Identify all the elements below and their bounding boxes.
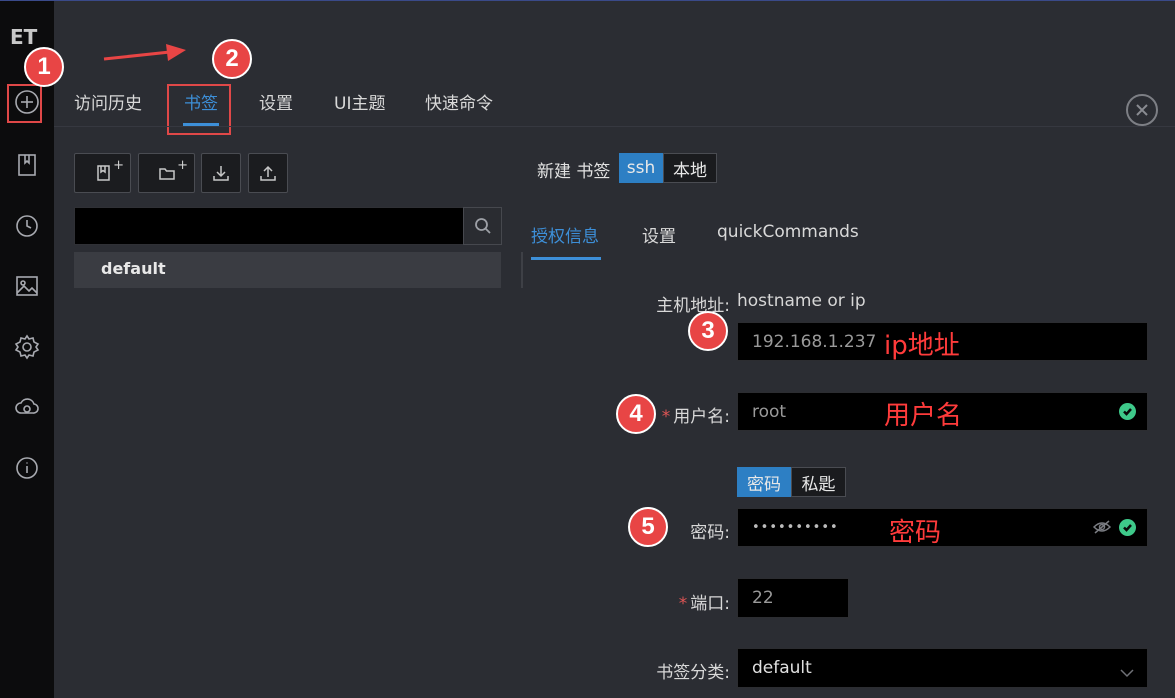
subtab-quick-commands[interactable]: quickCommands bbox=[717, 222, 859, 242]
auth-private-key-button[interactable]: 私匙 bbox=[791, 467, 846, 497]
username-annotation: 用户名 bbox=[884, 401, 963, 431]
new-bookmark-button[interactable]: + bbox=[74, 153, 131, 193]
arrow-icon bbox=[103, 44, 186, 61]
new-folder-button[interactable]: + bbox=[138, 153, 195, 193]
host-value: 192.168.1.237 bbox=[752, 331, 877, 352]
tree-item-default[interactable]: default bbox=[74, 252, 501, 288]
close-button[interactable] bbox=[1126, 94, 1158, 126]
category-select[interactable]: default bbox=[737, 648, 1148, 688]
chevron-down-icon bbox=[1120, 663, 1134, 678]
active-subtab-indicator bbox=[531, 257, 601, 260]
top-tabs: 访问历史 书签 设置 UI主题 快速命令 bbox=[54, 79, 1175, 127]
panel-divider[interactable] bbox=[521, 252, 523, 288]
check-icon bbox=[1119, 403, 1136, 420]
search-icon bbox=[474, 218, 491, 234]
export-button[interactable] bbox=[248, 153, 288, 193]
ip-annotation: ip地址 bbox=[884, 331, 960, 361]
tab-ui-theme[interactable]: UI主题 bbox=[334, 89, 385, 114]
upload-icon bbox=[260, 165, 276, 181]
tab-settings[interactable]: 设置 bbox=[259, 89, 293, 114]
file-icon bbox=[96, 165, 110, 181]
password-value: •••••••••• bbox=[752, 520, 839, 535]
tab-history[interactable]: 访问历史 bbox=[74, 89, 142, 114]
username-value: root bbox=[752, 401, 787, 422]
subtab-settings[interactable]: 设置 bbox=[642, 222, 676, 247]
step-badge-3: 3 bbox=[688, 311, 728, 351]
clock-icon[interactable] bbox=[13, 212, 41, 240]
host-hint: hostname or ip bbox=[737, 291, 866, 311]
cloud-sync-icon[interactable] bbox=[13, 393, 41, 421]
step-badge-2: 2 bbox=[212, 39, 252, 79]
import-button[interactable] bbox=[201, 153, 241, 193]
tab-bookmarks[interactable]: 书签 bbox=[184, 89, 218, 114]
port-label-text: 端口: bbox=[690, 594, 730, 614]
port-input[interactable]: 22 bbox=[737, 578, 849, 618]
password-input[interactable]: •••••••••• bbox=[737, 508, 1148, 547]
search-input[interactable] bbox=[74, 207, 464, 245]
plus-icon: + bbox=[177, 158, 188, 173]
search-button[interactable] bbox=[463, 207, 502, 245]
username-label-text: 用户名: bbox=[673, 407, 730, 427]
type-ssh-button[interactable]: ssh bbox=[619, 153, 663, 183]
plus-icon: + bbox=[113, 158, 124, 173]
highlight-add-button bbox=[7, 84, 42, 123]
required-marker: * bbox=[661, 407, 671, 427]
info-icon[interactable] bbox=[13, 454, 41, 482]
image-icon[interactable] bbox=[13, 272, 41, 300]
app-window: ET 1 2 访问历史 书签 设置 UI主题 快速命令 + + default … bbox=[0, 0, 1175, 698]
eye-off-icon[interactable] bbox=[1092, 519, 1112, 535]
close-icon bbox=[1136, 104, 1148, 116]
active-tab-indicator bbox=[183, 123, 219, 126]
password-annotation: 密码 bbox=[889, 518, 942, 548]
tab-quick-commands[interactable]: 快速命令 bbox=[425, 89, 493, 114]
required-marker: * bbox=[678, 594, 688, 614]
check-icon bbox=[1119, 519, 1136, 536]
auth-password-button[interactable]: 密码 bbox=[737, 467, 791, 497]
gear-icon[interactable] bbox=[13, 333, 41, 361]
port-value: 22 bbox=[752, 588, 774, 608]
port-label: * 端口: bbox=[660, 589, 730, 614]
category-label: 书签分类: bbox=[656, 663, 730, 683]
type-local-button[interactable]: 本地 bbox=[663, 153, 717, 183]
password-label: 密码: bbox=[690, 523, 730, 543]
folder-icon bbox=[158, 168, 175, 180]
new-bookmark-label: 新建 书签 bbox=[537, 162, 611, 182]
subtab-auth[interactable]: 授权信息 bbox=[531, 222, 599, 247]
bookmark-icon[interactable] bbox=[13, 151, 41, 179]
category-value: default bbox=[752, 658, 812, 678]
username-label: * 用户名: bbox=[650, 402, 730, 427]
download-icon bbox=[213, 166, 229, 181]
